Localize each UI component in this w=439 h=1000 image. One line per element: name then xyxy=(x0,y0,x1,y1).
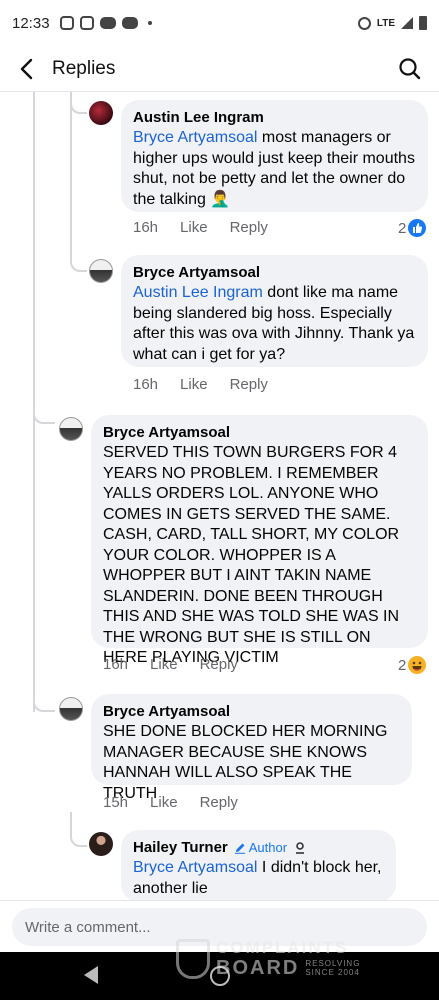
reply-thread[interactable]: Austin Lee Ingram Bryce Artyamsoal most … xyxy=(0,92,439,900)
reaction-count: 2 xyxy=(398,656,407,674)
like-button[interactable]: Like xyxy=(180,219,208,236)
comment-actions: 16h Like Reply xyxy=(133,219,290,236)
notification-icons xyxy=(59,16,152,30)
avatar[interactable] xyxy=(59,697,83,721)
comment: Bryce Artyamsoal Austin Lee Ingram dont … xyxy=(0,252,439,397)
like-button[interactable]: Like xyxy=(150,794,178,811)
shield-icon xyxy=(176,939,210,979)
comment-author[interactable]: Bryce Artyamsoal xyxy=(103,423,416,443)
comment-text: Austin Lee Ingram dont like ma name bein… xyxy=(133,284,415,363)
comment: Austin Lee Ingram Bryce Artyamsoal most … xyxy=(0,92,439,247)
comment-text: SERVED THIS TOWN BURGERS FOR 4 YEARS NO … xyxy=(103,444,400,666)
status-time: 12:33 xyxy=(12,14,50,32)
author-badge: Author xyxy=(234,838,287,858)
haha-reaction-icon xyxy=(408,656,427,674)
watermark-row: BOARD RESOLVING SINCE 2004 xyxy=(216,957,360,980)
reply-button[interactable]: Reply xyxy=(230,376,268,393)
comment-bubble[interactable]: Bryce Artyamsoal SHE DONE BLOCKED HER MO… xyxy=(91,694,412,802)
youtube-icon xyxy=(99,17,116,29)
like-button[interactable]: Like xyxy=(150,656,178,673)
comment-author[interactable]: Bryce Artyamsoal xyxy=(133,263,416,283)
avatar[interactable] xyxy=(89,101,113,125)
comment-actions: 16h Like Reply xyxy=(133,376,290,393)
comment-actions: 15h Like Reply xyxy=(103,794,260,811)
youtube-icon xyxy=(121,17,138,29)
comment-author: Hailey Turner Author xyxy=(133,838,384,858)
author-badge-label: Author xyxy=(248,840,288,855)
comment: Hailey Turner Author Bryce Artyamsoal I … xyxy=(0,827,439,900)
comment-author[interactable]: Austin Lee Ingram xyxy=(133,108,416,128)
battery-icon xyxy=(419,16,427,30)
avatar[interactable] xyxy=(89,259,113,283)
reply-button[interactable]: Reply xyxy=(200,656,238,673)
reaction-summary[interactable]: 2 xyxy=(398,656,427,674)
avatar[interactable] xyxy=(59,417,83,441)
comment-author-name[interactable]: Hailey Turner xyxy=(133,838,228,858)
watermark-text: COMPLAINTS BOARD RESOLVING SINCE 2004 xyxy=(216,937,360,980)
comment-author[interactable]: Bryce Artyamsoal xyxy=(103,702,400,722)
status-bar: 12:33 LTE xyxy=(0,0,439,46)
comment-bubble[interactable]: Bryce Artyamsoal Austin Lee Ingram dont … xyxy=(121,255,428,367)
comment: Bryce Artyamsoal SERVED THIS TOWN BURGER… xyxy=(0,410,439,685)
watermark-tag1: RESOLVING xyxy=(305,959,361,968)
comment: Bryce Artyamsoal SHE DONE BLOCKED HER MO… xyxy=(0,687,439,817)
like-button[interactable]: Like xyxy=(180,376,208,393)
comment-time: 16h xyxy=(133,376,159,393)
comment-bubble[interactable]: Bryce Artyamsoal SERVED THIS TOWN BURGER… xyxy=(91,415,428,666)
avatar[interactable] xyxy=(89,832,113,856)
mention-link[interactable]: Austin Lee Ingram xyxy=(133,284,263,301)
comment-text: Bryce Artyamsoal most managers or higher… xyxy=(133,129,415,208)
reply-button[interactable]: Reply xyxy=(230,219,268,236)
watermark-line1: COMPLAINTS xyxy=(216,937,349,957)
pencil-icon xyxy=(234,843,245,854)
instagram-icon xyxy=(59,16,74,30)
badge-info-icon[interactable] xyxy=(293,841,307,855)
back-arrow-icon[interactable] xyxy=(4,46,48,92)
reply-button[interactable]: Reply xyxy=(200,794,238,811)
comment-bubble[interactable]: Austin Lee Ingram Bryce Artyamsoal most … xyxy=(121,100,428,212)
network-type: LTE xyxy=(376,17,395,29)
mention-link[interactable]: Bryce Artyamsoal xyxy=(133,129,257,146)
watermark-line2: BOARD xyxy=(216,956,300,979)
nav-back-icon[interactable] xyxy=(84,966,98,984)
alarm-icon xyxy=(357,16,371,30)
more-notifications-dot xyxy=(147,21,152,25)
comment-text: SHE DONE BLOCKED HER MORNING MANAGER BEC… xyxy=(103,723,388,802)
page-title: Replies xyxy=(52,57,116,79)
reaction-summary[interactable]: 2 xyxy=(398,219,427,237)
comment-time: 16h xyxy=(133,219,159,236)
reaction-count: 2 xyxy=(398,219,407,237)
search-icon[interactable] xyxy=(395,54,425,84)
watermark-tagline: RESOLVING SINCE 2004 xyxy=(305,959,360,977)
like-reaction-icon xyxy=(408,219,427,237)
watermark-tag2: SINCE 2004 xyxy=(305,968,360,977)
comment-time: 15h xyxy=(103,794,129,811)
signal-icon xyxy=(401,17,413,29)
comment-text: Bryce Artyamsoal I didn't block her, ano… xyxy=(133,859,382,897)
app-bar: Replies xyxy=(0,46,439,92)
mention-link[interactable]: Bryce Artyamsoal xyxy=(133,859,257,876)
comment-actions: 16h Like Reply xyxy=(103,656,260,673)
system-status: LTE xyxy=(357,16,427,30)
comment-time: 16h xyxy=(103,656,129,673)
instagram-icon xyxy=(79,16,94,30)
comment-bubble[interactable]: Hailey Turner Author Bryce Artyamsoal I … xyxy=(121,830,396,900)
watermark-logo: COMPLAINTS BOARD RESOLVING SINCE 2004 xyxy=(176,932,401,986)
